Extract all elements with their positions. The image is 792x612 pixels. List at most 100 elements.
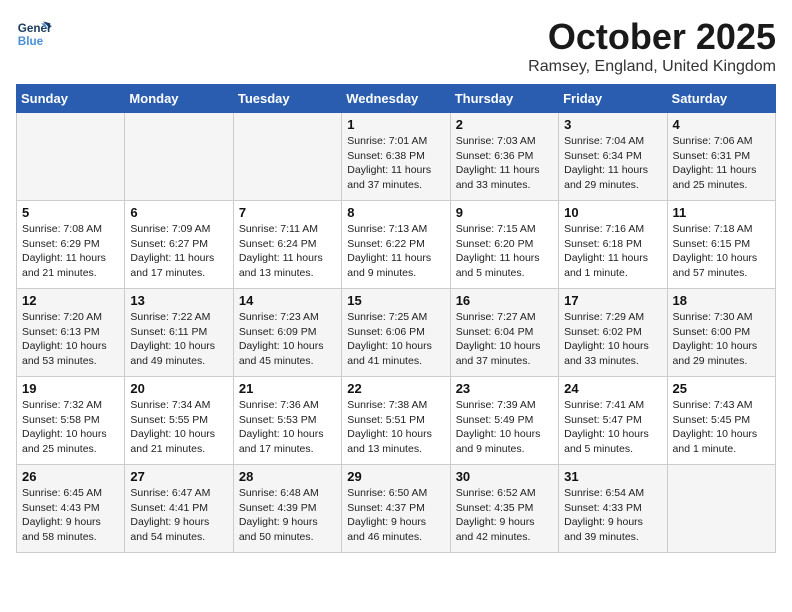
day-info: Sunrise: 6:50 AM Sunset: 4:37 PM Dayligh… (347, 486, 444, 545)
month-title: October 2025 (528, 16, 776, 58)
day-number: 5 (22, 205, 119, 220)
day-number: 8 (347, 205, 444, 220)
header-day-wednesday: Wednesday (342, 85, 450, 113)
week-row-3: 19 Sunrise: 7:32 AM Sunset: 5:58 PM Dayli… (17, 377, 776, 465)
day-number: 31 (564, 469, 661, 484)
calendar-cell: 22Sunrise: 7:38 AM Sunset: 5:51 PM Dayli… (342, 377, 450, 465)
calendar-cell: 9 Sunrise: 7:15 AM Sunset: 6:20 PM Daylig… (450, 201, 558, 289)
svg-text:Blue: Blue (18, 35, 44, 48)
day-info: Sunrise: 7:01 AM Sunset: 6:38 PM Dayligh… (347, 134, 444, 193)
calendar-cell: 11Sunrise: 7:18 AM Sunset: 6:15 PM Dayli… (667, 201, 775, 289)
day-number: 19 (22, 381, 119, 396)
day-number: 6 (130, 205, 227, 220)
day-number: 27 (130, 469, 227, 484)
week-row-2: 12 Sunrise: 7:20 AM Sunset: 6:13 PM Dayli… (17, 289, 776, 377)
day-number: 1 (347, 117, 444, 132)
calendar-cell: 21Sunrise: 7:36 AM Sunset: 5:53 PM Dayli… (233, 377, 341, 465)
day-info: Sunrise: 7:03 AM Sunset: 6:36 PM Dayligh… (456, 134, 553, 193)
day-info: Sunrise: 7:23 AM Sunset: 6:09 PM Dayligh… (239, 310, 336, 369)
day-number: 15 (347, 293, 444, 308)
day-number: 3 (564, 117, 661, 132)
day-info: Sunrise: 7:34 AM Sunset: 5:55 PM Dayligh… (130, 398, 227, 457)
day-info: Sunrise: 7:18 AM Sunset: 6:15 PM Dayligh… (673, 222, 770, 281)
header-day-sunday: Sunday (17, 85, 125, 113)
day-number: 28 (239, 469, 336, 484)
day-info: Sunrise: 6:54 AM Sunset: 4:33 PM Dayligh… (564, 486, 661, 545)
day-info: Sunrise: 7:30 AM Sunset: 6:00 PM Dayligh… (673, 310, 770, 369)
day-info: Sunrise: 7:13 AM Sunset: 6:22 PM Dayligh… (347, 222, 444, 281)
day-number: 13 (130, 293, 227, 308)
calendar-table: SundayMondayTuesdayWednesdayThursdayFrid… (16, 84, 776, 553)
day-info: Sunrise: 6:48 AM Sunset: 4:39 PM Dayligh… (239, 486, 336, 545)
calendar-cell: 18 Sunrise: 7:30 AM Sunset: 6:00 PM Dayli… (667, 289, 775, 377)
day-info: Sunrise: 7:25 AM Sunset: 6:06 PM Dayligh… (347, 310, 444, 369)
logo-icon: General Blue (16, 16, 52, 52)
header-day-tuesday: Tuesday (233, 85, 341, 113)
day-info: Sunrise: 7:04 AM Sunset: 6:34 PM Dayligh… (564, 134, 661, 193)
day-info: Sunrise: 7:06 AM Sunset: 6:31 PM Dayligh… (673, 134, 770, 193)
day-number: 25 (673, 381, 770, 396)
day-info: Sunrise: 7:08 AM Sunset: 6:29 PM Dayligh… (22, 222, 119, 281)
calendar-cell (233, 113, 341, 201)
day-number: 10 (564, 205, 661, 220)
day-number: 29 (347, 469, 444, 484)
day-info: Sunrise: 7:43 AM Sunset: 5:45 PM Dayligh… (673, 398, 770, 457)
header: General Blue October 2025 Ramsey, Englan… (16, 16, 776, 76)
day-number: 30 (456, 469, 553, 484)
day-info: Sunrise: 7:11 AM Sunset: 6:24 PM Dayligh… (239, 222, 336, 281)
day-info: Sunrise: 7:27 AM Sunset: 6:04 PM Dayligh… (456, 310, 553, 369)
calendar-cell: 4 Sunrise: 7:06 AM Sunset: 6:31 PM Daylig… (667, 113, 775, 201)
calendar-cell: 12 Sunrise: 7:20 AM Sunset: 6:13 PM Dayli… (17, 289, 125, 377)
calendar-cell: 5 Sunrise: 7:08 AM Sunset: 6:29 PM Daylig… (17, 201, 125, 289)
day-info: Sunrise: 7:32 AM Sunset: 5:58 PM Dayligh… (22, 398, 119, 457)
calendar-cell: 14 Sunrise: 7:23 AM Sunset: 6:09 PM Dayli… (233, 289, 341, 377)
header-day-thursday: Thursday (450, 85, 558, 113)
calendar-cell: 17 Sunrise: 7:29 AM Sunset: 6:02 PM Dayli… (559, 289, 667, 377)
day-info: Sunrise: 6:52 AM Sunset: 4:35 PM Dayligh… (456, 486, 553, 545)
calendar-cell: 25 Sunrise: 7:43 AM Sunset: 5:45 PM Dayli… (667, 377, 775, 465)
day-number: 7 (239, 205, 336, 220)
week-row-0: 1 Sunrise: 7:01 AM Sunset: 6:38 PM Daylig… (17, 113, 776, 201)
calendar-cell: 13 Sunrise: 7:22 AM Sunset: 6:11 PM Dayli… (125, 289, 233, 377)
day-number: 26 (22, 469, 119, 484)
header-day-saturday: Saturday (667, 85, 775, 113)
day-number: 21 (239, 381, 336, 396)
logo: General Blue (16, 16, 52, 52)
day-info: Sunrise: 7:16 AM Sunset: 6:18 PM Dayligh… (564, 222, 661, 281)
calendar-cell: 31 Sunrise: 6:54 AM Sunset: 4:33 PM Dayli… (559, 465, 667, 553)
calendar-cell: 7 Sunrise: 7:11 AM Sunset: 6:24 PM Daylig… (233, 201, 341, 289)
calendar-cell: 26 Sunrise: 6:45 AM Sunset: 4:43 PM Dayli… (17, 465, 125, 553)
calendar-cell: 15 Sunrise: 7:25 AM Sunset: 6:06 PM Dayli… (342, 289, 450, 377)
header-day-friday: Friday (559, 85, 667, 113)
day-info: Sunrise: 7:22 AM Sunset: 6:11 PM Dayligh… (130, 310, 227, 369)
day-number: 16 (456, 293, 553, 308)
location: Ramsey, England, United Kingdom (528, 58, 776, 76)
day-number: 4 (673, 117, 770, 132)
title-area: October 2025 Ramsey, England, United Kin… (528, 16, 776, 76)
calendar-cell: 6 Sunrise: 7:09 AM Sunset: 6:27 PM Daylig… (125, 201, 233, 289)
calendar-cell: 3 Sunrise: 7:04 AM Sunset: 6:34 PM Daylig… (559, 113, 667, 201)
day-info: Sunrise: 7:38 AM Sunset: 5:51 PM Dayligh… (347, 398, 444, 457)
day-number: 18 (673, 293, 770, 308)
day-info: Sunrise: 7:20 AM Sunset: 6:13 PM Dayligh… (22, 310, 119, 369)
day-info: Sunrise: 7:39 AM Sunset: 5:49 PM Dayligh… (456, 398, 553, 457)
calendar-cell: 8 Sunrise: 7:13 AM Sunset: 6:22 PM Daylig… (342, 201, 450, 289)
day-info: Sunrise: 7:09 AM Sunset: 6:27 PM Dayligh… (130, 222, 227, 281)
day-info: Sunrise: 7:29 AM Sunset: 6:02 PM Dayligh… (564, 310, 661, 369)
day-number: 12 (22, 293, 119, 308)
day-number: 14 (239, 293, 336, 308)
calendar-cell: 27Sunrise: 6:47 AM Sunset: 4:41 PM Dayli… (125, 465, 233, 553)
day-info: Sunrise: 6:45 AM Sunset: 4:43 PM Dayligh… (22, 486, 119, 545)
calendar-cell (667, 465, 775, 553)
day-number: 17 (564, 293, 661, 308)
calendar-cell: 20 Sunrise: 7:34 AM Sunset: 5:55 PM Dayli… (125, 377, 233, 465)
header-row: SundayMondayTuesdayWednesdayThursdayFrid… (17, 85, 776, 113)
day-info: Sunrise: 7:41 AM Sunset: 5:47 PM Dayligh… (564, 398, 661, 457)
day-number: 20 (130, 381, 227, 396)
header-day-monday: Monday (125, 85, 233, 113)
day-number: 9 (456, 205, 553, 220)
day-number: 23 (456, 381, 553, 396)
calendar-cell: 29 Sunrise: 6:50 AM Sunset: 4:37 PM Dayli… (342, 465, 450, 553)
day-info: Sunrise: 7:15 AM Sunset: 6:20 PM Dayligh… (456, 222, 553, 281)
calendar-cell: 1 Sunrise: 7:01 AM Sunset: 6:38 PM Daylig… (342, 113, 450, 201)
